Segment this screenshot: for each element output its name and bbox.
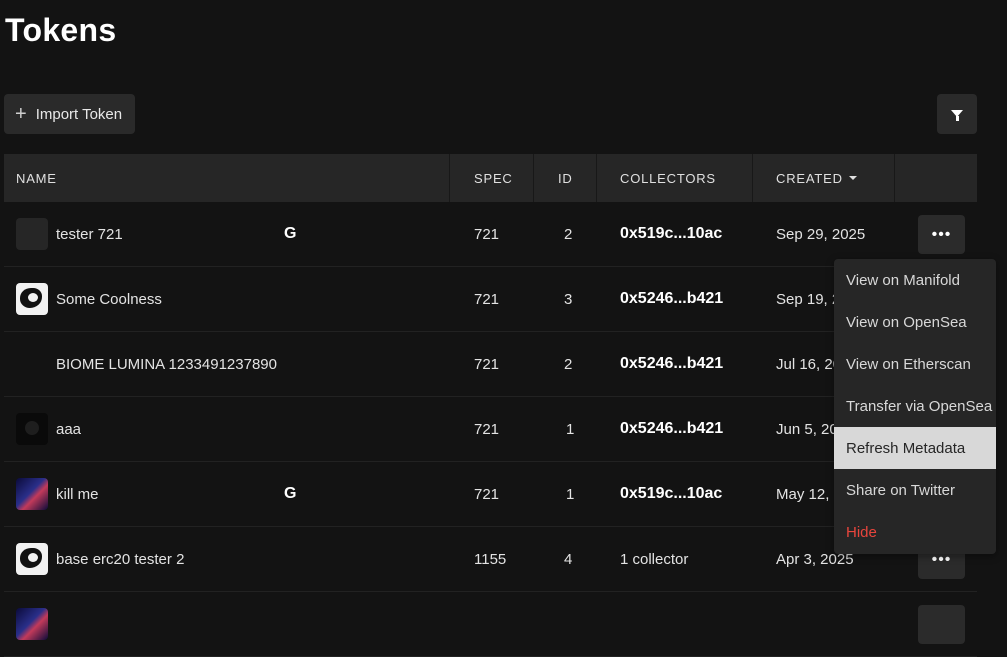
filter-icon bbox=[951, 109, 963, 121]
token-thumbnail bbox=[16, 608, 48, 640]
column-header-created-label: CREATED bbox=[776, 170, 843, 186]
token-spec: 721 bbox=[474, 420, 500, 438]
more-actions-button[interactable] bbox=[918, 605, 965, 644]
menu-item-view-manifold[interactable]: View on Manifold bbox=[834, 259, 996, 301]
menu-item-hide[interactable]: Hide bbox=[834, 511, 996, 553]
column-divider bbox=[894, 154, 895, 202]
token-spec: 721 bbox=[474, 225, 500, 243]
token-thumbnail bbox=[16, 348, 48, 380]
menu-item-refresh-metadata[interactable]: Refresh Metadata bbox=[834, 427, 996, 469]
token-id: 2 bbox=[564, 355, 573, 373]
table-header: NAME SPEC ID COLLECTORS CREATED bbox=[4, 154, 977, 202]
collector-count: 1 collector bbox=[620, 550, 689, 568]
token-spec: 721 bbox=[474, 355, 500, 373]
token-badge: G bbox=[284, 485, 297, 502]
menu-item-view-opensea[interactable]: View on OpenSea bbox=[834, 301, 996, 343]
token-name[interactable]: base erc20 tester 2 bbox=[56, 527, 184, 591]
token-thumbnail bbox=[16, 283, 48, 315]
column-header-id[interactable]: ID bbox=[558, 154, 573, 202]
table-row[interactable]: kill me G 721 1 0x519c...10ac May 12, 2 bbox=[4, 462, 977, 527]
column-divider bbox=[596, 154, 597, 202]
tokens-table: NAME SPEC ID COLLECTORS CREATED tester 7… bbox=[4, 154, 977, 657]
column-divider bbox=[449, 154, 450, 202]
column-header-created[interactable]: CREATED bbox=[776, 154, 857, 202]
token-id: 1 bbox=[566, 485, 575, 503]
token-badge: G bbox=[284, 225, 297, 242]
token-thumbnail bbox=[16, 413, 48, 445]
menu-item-share-twitter[interactable]: Share on Twitter bbox=[834, 469, 996, 511]
token-name[interactable]: BIOME LUMINA 1233491237890 bbox=[56, 332, 277, 396]
sort-desc-icon bbox=[848, 176, 857, 180]
column-divider bbox=[752, 154, 753, 202]
token-actions-menu: View on Manifold View on OpenSea View on… bbox=[834, 259, 996, 554]
token-id: 3 bbox=[564, 290, 573, 308]
collector-address[interactable]: 0x5246...b421 bbox=[620, 290, 723, 308]
token-name[interactable]: aaa bbox=[56, 397, 81, 461]
filter-button[interactable] bbox=[937, 94, 977, 134]
column-divider bbox=[533, 154, 534, 202]
token-id: 4 bbox=[564, 550, 573, 568]
table-row[interactable]: BIOME LUMINA 1233491237890 721 2 0x5246.… bbox=[4, 332, 977, 397]
token-thumbnail bbox=[16, 543, 48, 575]
token-name[interactable]: tester 721 bbox=[56, 202, 123, 266]
table-row[interactable]: base erc20 tester 2 1155 4 1 collector A… bbox=[4, 527, 977, 592]
token-thumbnail bbox=[16, 478, 48, 510]
token-id: 1 bbox=[566, 420, 575, 438]
menu-item-view-etherscan[interactable]: View on Etherscan bbox=[834, 343, 996, 385]
token-spec: 1155 bbox=[474, 550, 507, 568]
import-token-label: Import Token bbox=[35, 105, 123, 123]
token-name[interactable]: kill me bbox=[56, 462, 99, 526]
column-header-name[interactable]: NAME bbox=[16, 154, 57, 202]
token-id: 2 bbox=[564, 225, 573, 243]
more-actions-button[interactable]: ••• bbox=[918, 215, 965, 254]
column-header-spec[interactable]: SPEC bbox=[474, 154, 513, 202]
token-thumbnail bbox=[16, 218, 48, 250]
token-created: Jun 5, 20 bbox=[776, 420, 838, 438]
import-token-button[interactable]: + Import Token bbox=[4, 94, 135, 134]
token-name[interactable]: Some Coolness bbox=[56, 267, 162, 331]
table-row[interactable]: tester 721 G 721 2 0x519c...10ac Sep 29,… bbox=[4, 202, 977, 267]
token-spec: 721 bbox=[474, 290, 500, 308]
collector-address[interactable]: 0x5246...b421 bbox=[620, 420, 723, 438]
table-row[interactable]: Some Coolness 721 3 0x5246...b421 Sep 19… bbox=[4, 267, 977, 332]
plus-icon: + bbox=[15, 103, 27, 125]
collector-address[interactable]: 0x5246...b421 bbox=[620, 355, 723, 373]
table-row[interactable]: aaa 721 1 0x5246...b421 Jun 5, 20 bbox=[4, 397, 977, 462]
menu-item-transfer-opensea[interactable]: Transfer via OpenSea bbox=[834, 385, 996, 427]
page-title: Tokens bbox=[5, 12, 117, 48]
column-header-collectors[interactable]: COLLECTORS bbox=[620, 154, 716, 202]
token-created: May 12, 2 bbox=[776, 485, 842, 503]
table-row[interactable] bbox=[4, 592, 977, 657]
token-created: Sep 29, 2025 bbox=[776, 225, 866, 243]
token-created: Jul 16, 20 bbox=[776, 355, 842, 373]
token-spec: 721 bbox=[474, 485, 500, 503]
collector-address[interactable]: 0x519c...10ac bbox=[620, 485, 722, 503]
collector-address[interactable]: 0x519c...10ac bbox=[620, 225, 722, 243]
